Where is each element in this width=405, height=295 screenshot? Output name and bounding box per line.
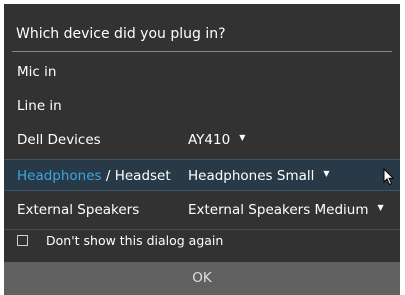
option-line-in[interactable]: Line in [4, 90, 400, 122]
chevron-down-icon: ▼ [323, 169, 330, 178]
dont-show-again-checkbox[interactable] [17, 235, 28, 246]
option-mic-in[interactable]: Mic in [4, 56, 400, 88]
option-label: Headphones / Headset [17, 160, 171, 192]
option-label-highlight: Headphones [17, 168, 102, 184]
option-external-speakers[interactable]: External Speakers External Speakers Medi… [4, 194, 400, 226]
dont-show-again-label[interactable]: Don't show this dialog again [46, 230, 223, 252]
option-label: Mic in [17, 64, 57, 80]
dialog-title: Which device did you plug in? [16, 26, 226, 42]
external-speakers-dropdown[interactable]: External Speakers Medium ▼ [188, 194, 384, 226]
option-label: Dell Devices [17, 132, 101, 148]
dropdown-value: Headphones Small [188, 168, 315, 184]
dropdown-value: External Speakers Medium [188, 202, 369, 218]
chevron-down-icon: ▼ [377, 203, 384, 212]
option-label: Line in [17, 98, 62, 114]
headphones-dropdown[interactable]: Headphones Small ▼ [188, 160, 330, 192]
dont-show-again-row: Don't show this dialog again [4, 229, 400, 254]
dropdown-value: AY410 [188, 132, 231, 148]
option-label-rest: / Headset [101, 168, 171, 184]
option-dell-devices[interactable]: Dell Devices AY410 ▼ [4, 124, 400, 156]
ok-button[interactable]: OK [4, 262, 400, 295]
dell-devices-dropdown[interactable]: AY410 ▼ [188, 124, 245, 156]
device-dialog: Which device did you plug in? Mic in Lin… [4, 4, 400, 295]
chevron-down-icon: ▼ [239, 133, 246, 142]
option-label: External Speakers [17, 202, 140, 218]
mouse-pointer-icon [383, 168, 395, 186]
title-divider [12, 51, 392, 52]
option-headphones-headset[interactable]: Headphones / Headset Headphones Small ▼ [4, 159, 400, 191]
